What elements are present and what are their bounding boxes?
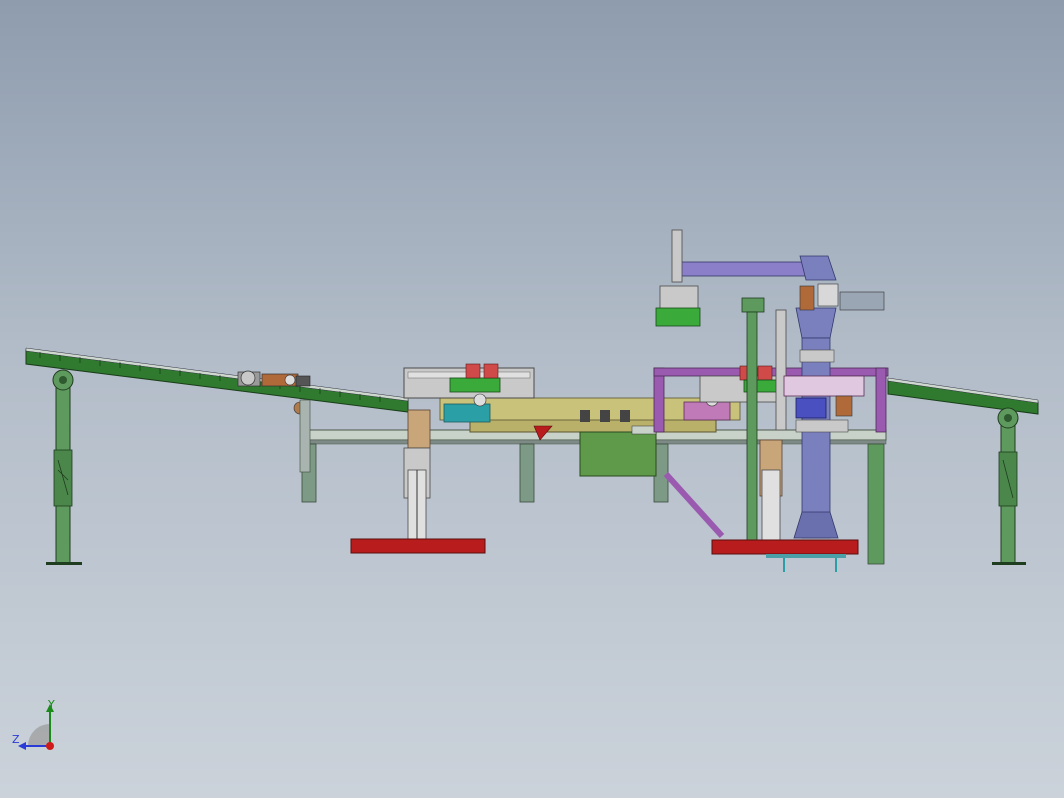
right-red-base: [711, 539, 859, 555]
coordinate-triad: Y Z: [8, 698, 68, 756]
machine-assembly-drawing: [25, 229, 1039, 572]
right-mechanism: [783, 349, 865, 433]
triad-graphic: [18, 704, 54, 750]
cad-viewport[interactable]: Y Z: [0, 0, 1064, 798]
right-support-leg: [992, 407, 1026, 565]
left-inclined-conveyor: [25, 347, 409, 415]
left-station: [403, 363, 719, 541]
right-station: [741, 297, 787, 543]
left-support-leg: [46, 369, 82, 565]
right-inclined-conveyor: [887, 377, 1039, 415]
triad-z-label: Z: [12, 733, 20, 746]
left-red-base: [350, 538, 486, 554]
electrical-cabinet: [579, 425, 657, 477]
right-base-plate: [766, 554, 846, 558]
triad-y-label: Y: [48, 698, 55, 711]
